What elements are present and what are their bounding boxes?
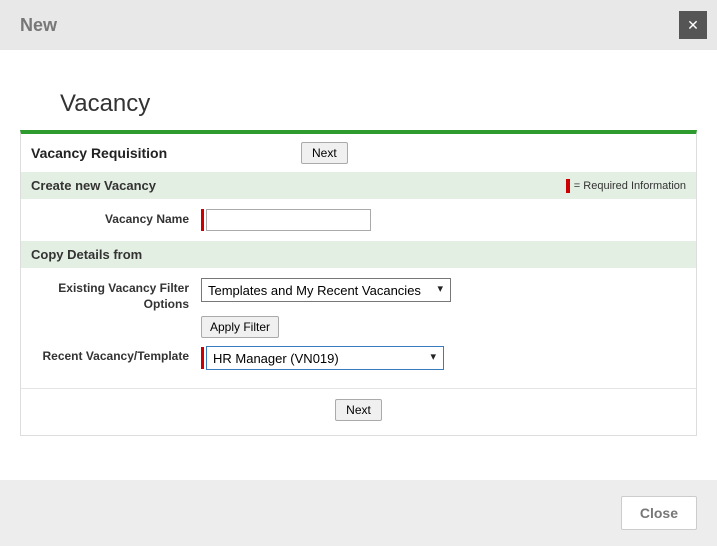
create-subsection-header: Create new Vacancy = Required Informatio…: [21, 172, 696, 199]
apply-row: Apply Filter: [21, 316, 696, 346]
filter-row: Existing Vacancy Filter Options Template…: [21, 268, 696, 316]
modal-title: New: [20, 15, 57, 36]
recent-row: Recent Vacancy/Template HR Manager (VN01…: [21, 346, 696, 388]
page-title: Vacancy: [20, 70, 697, 130]
required-marker-icon: [566, 179, 570, 193]
vacancy-name-input[interactable]: [206, 209, 371, 231]
next-button-top[interactable]: Next: [301, 142, 348, 164]
required-marker-icon: [201, 347, 204, 369]
filter-label: Existing Vacancy Filter Options: [31, 278, 201, 312]
apply-filter-button[interactable]: Apply Filter: [201, 316, 279, 338]
content: Vacancy Vacancy Requisition Next Create …: [0, 50, 717, 436]
modal-header: New ✕: [0, 0, 717, 50]
recent-label: Recent Vacancy/Template: [31, 346, 201, 365]
copy-subsection-header: Copy Details from: [21, 241, 696, 268]
required-legend-text: = Required Information: [574, 180, 686, 192]
requisition-title: Vacancy Requisition: [31, 145, 301, 161]
create-title: Create new Vacancy: [31, 178, 156, 193]
required-legend: = Required Information: [566, 179, 686, 193]
next-button-bottom[interactable]: Next: [335, 399, 382, 421]
requisition-header: Vacancy Requisition Next: [21, 134, 696, 172]
close-button[interactable]: Close: [621, 496, 697, 530]
vacancy-panel: Vacancy Requisition Next Create new Vaca…: [20, 130, 697, 436]
vacancy-name-label: Vacancy Name: [31, 209, 201, 228]
copy-title: Copy Details from: [31, 247, 142, 262]
recent-template-select[interactable]: HR Manager (VN019): [206, 346, 444, 370]
modal-footer: Close: [0, 480, 717, 546]
close-icon[interactable]: ✕: [679, 11, 707, 39]
required-marker-icon: [201, 209, 204, 231]
bottom-next-row: Next: [21, 388, 696, 435]
vacancy-name-row: Vacancy Name: [21, 199, 696, 241]
existing-filter-select[interactable]: Templates and My Recent Vacancies: [201, 278, 451, 302]
